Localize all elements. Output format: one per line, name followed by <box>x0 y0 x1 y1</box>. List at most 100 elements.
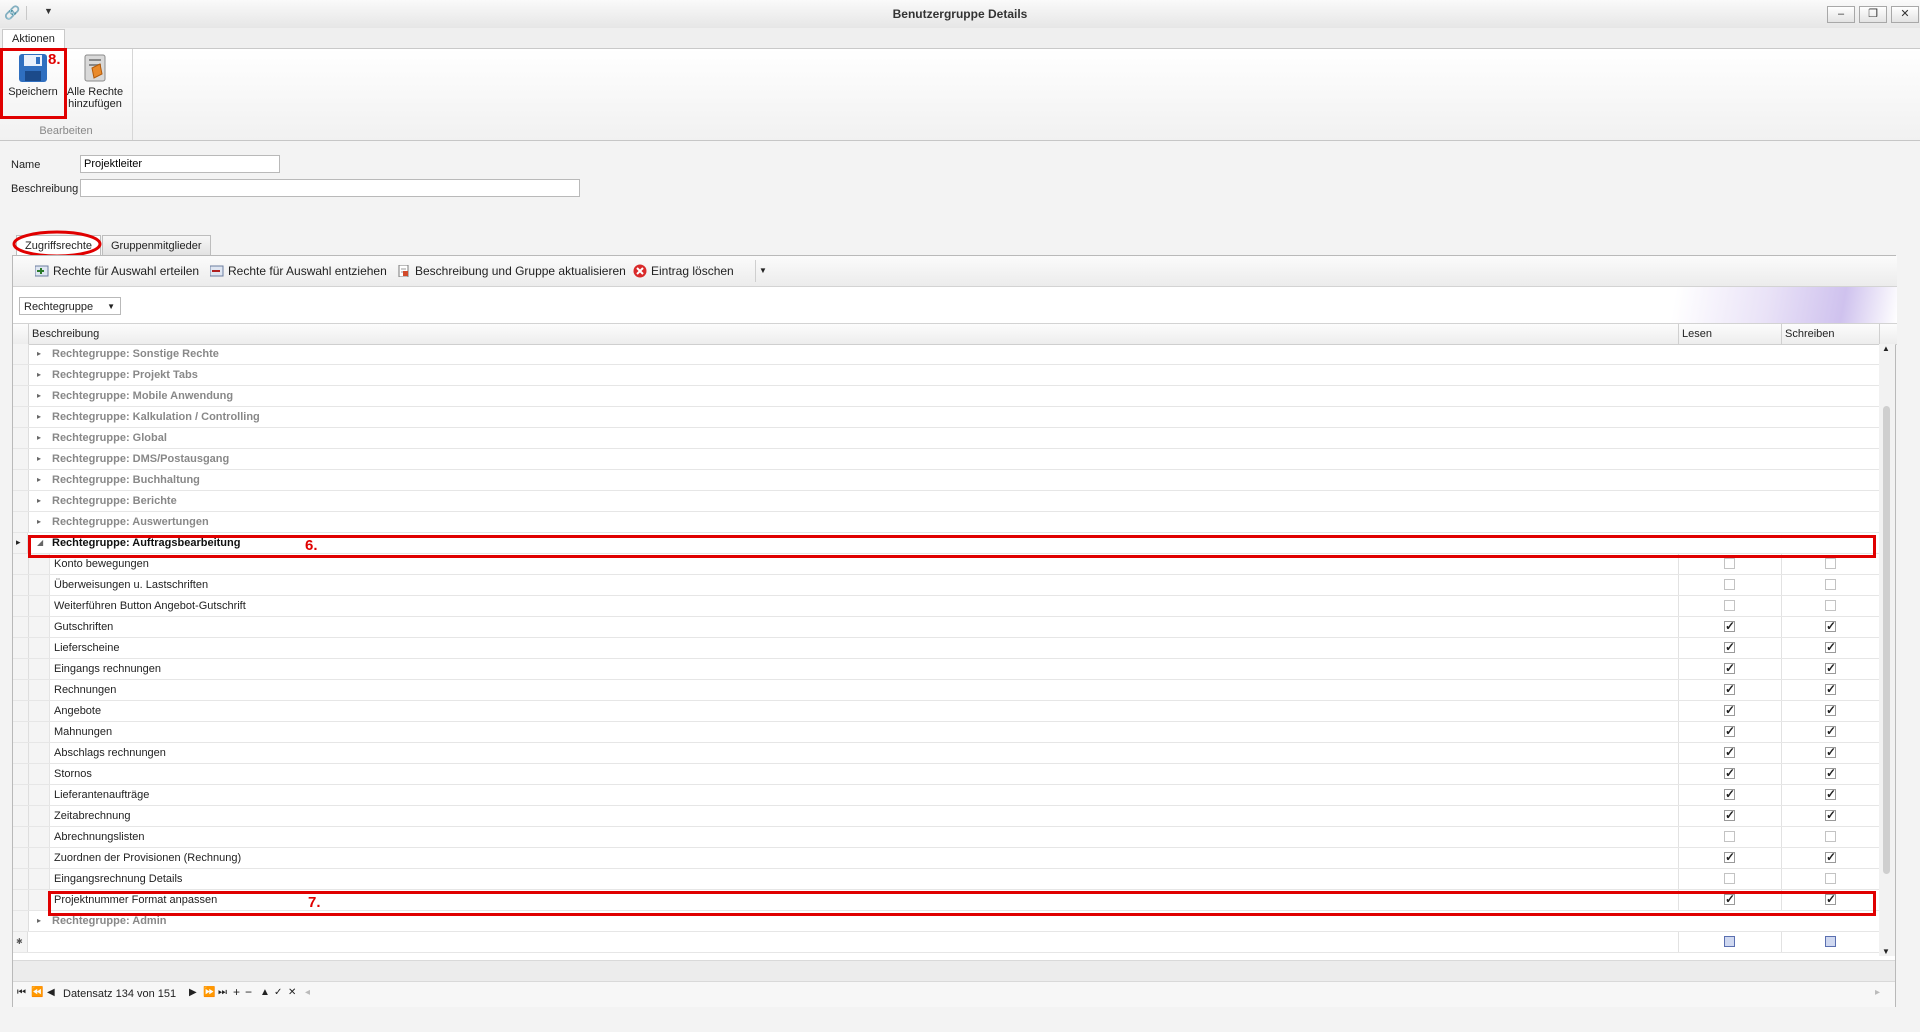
expand-icon[interactable]: ▸ <box>37 475 41 484</box>
write-checkbox[interactable] <box>1825 745 1836 759</box>
read-checkbox[interactable] <box>1724 745 1735 759</box>
nav-save-icon[interactable]: ✓ <box>274 987 282 998</box>
table-row[interactable]: Mahnungen <box>13 722 1879 743</box>
group-row[interactable]: ▸ Rechtegruppe: DMS/Postausgang <box>13 449 1879 470</box>
nav-cancel-icon[interactable]: ✕ <box>288 987 296 998</box>
scrollbar-thumb[interactable] <box>1883 406 1890 874</box>
grant-rights-button[interactable]: Rechte für Auswahl erteilen <box>35 264 199 278</box>
read-checkbox[interactable] <box>1724 661 1735 675</box>
group-row[interactable]: ▸ Rechtegruppe: Auswertungen <box>13 512 1879 533</box>
expand-icon[interactable]: ▸ <box>37 916 41 925</box>
table-row[interactable]: Rechnungen <box>13 680 1879 701</box>
nav-last-icon[interactable]: ⏭ <box>218 987 227 998</box>
nav-edit-icon[interactable]: ▲ <box>260 987 270 998</box>
nav-append-icon[interactable]: + <box>233 985 240 999</box>
description-input[interactable] <box>80 179 580 197</box>
write-checkbox[interactable] <box>1825 661 1836 675</box>
group-row[interactable]: ▸ Rechtegruppe: Kalkulation / Controlling <box>13 407 1879 428</box>
restore-button[interactable]: ❐ <box>1859 6 1887 23</box>
write-checkbox[interactable] <box>1825 579 1836 590</box>
expand-icon[interactable]: ▸ <box>37 391 41 400</box>
read-checkbox[interactable] <box>1724 766 1735 780</box>
read-checkbox[interactable] <box>1724 682 1735 696</box>
table-row[interactable]: Gutschriften <box>13 617 1879 638</box>
scroll-down-icon[interactable]: ▼ <box>1882 947 1890 956</box>
group-row[interactable]: ▸ Rechtegruppe: Projekt Tabs <box>13 365 1879 386</box>
nav-prev-page-icon[interactable]: ⏪ <box>31 987 43 998</box>
read-checkbox[interactable] <box>1724 558 1735 569</box>
column-header-description[interactable]: Beschreibung <box>32 328 99 340</box>
write-checkbox[interactable] <box>1825 873 1836 884</box>
group-by-dropdown[interactable]: Rechtegruppe ▼ <box>19 297 121 315</box>
nav-next-page-icon[interactable]: ⏩ <box>203 987 215 998</box>
nav-prev-icon[interactable]: ◀ <box>47 987 55 998</box>
write-checkbox[interactable] <box>1825 850 1836 864</box>
close-button[interactable]: ✕ <box>1891 6 1919 23</box>
nav-first-icon[interactable]: ⏮ <box>17 987 26 998</box>
add-all-rights-button[interactable]: Alle Rechte hinzufügen <box>64 52 126 110</box>
revoke-rights-button[interactable]: Rechte für Auswahl entziehen <box>210 264 387 278</box>
table-row[interactable]: Lieferscheine <box>13 638 1879 659</box>
column-header-write[interactable]: Schreiben <box>1785 328 1835 340</box>
expand-icon[interactable]: ▸ <box>37 412 41 421</box>
table-row[interactable]: Abrechnungslisten <box>13 827 1879 848</box>
expand-icon[interactable]: ▸ <box>37 433 41 442</box>
group-row[interactable]: ▸ Rechtegruppe: Buchhaltung <box>13 470 1879 491</box>
read-checkbox[interactable] <box>1724 831 1735 842</box>
write-checkbox[interactable] <box>1825 600 1836 611</box>
read-checkbox[interactable] <box>1724 600 1735 611</box>
write-checkbox[interactable] <box>1825 558 1836 569</box>
group-row[interactable]: ▸ Rechtegruppe: Global <box>13 428 1879 449</box>
delete-entry-button[interactable]: Eintrag löschen <box>633 264 734 278</box>
write-checkbox[interactable] <box>1825 766 1836 780</box>
table-row[interactable]: Eingangsrechnung Details <box>13 869 1879 890</box>
read-checkbox[interactable] <box>1724 873 1735 884</box>
table-row[interactable]: Lieferantenaufträge <box>13 785 1879 806</box>
table-row[interactable]: Angebote <box>13 701 1879 722</box>
vertical-scrollbar[interactable]: ▲ ▼ <box>1879 344 1895 956</box>
group-row[interactable]: ▸ Rechtegruppe: Mobile Anwendung <box>13 386 1879 407</box>
table-row[interactable]: Stornos <box>13 764 1879 785</box>
scroll-up-icon[interactable]: ▲ <box>1882 344 1890 353</box>
table-row[interactable]: Eingangs rechnungen <box>13 659 1879 680</box>
expand-icon[interactable]: ▸ <box>37 496 41 505</box>
ribbon-tab-aktionen[interactable]: Aktionen <box>2 29 65 48</box>
read-checkbox[interactable] <box>1724 787 1735 801</box>
update-description-button[interactable]: Beschreibung und Gruppe aktualisieren <box>397 264 626 278</box>
horizontal-scroll-left-icon[interactable]: ◂ <box>305 987 310 998</box>
expand-icon[interactable]: ▸ <box>37 454 41 463</box>
read-checkbox[interactable] <box>1724 619 1735 633</box>
group-row[interactable]: ▸ Rechtegruppe: Berichte <box>13 491 1879 512</box>
write-checkbox[interactable] <box>1825 808 1836 822</box>
write-checkbox[interactable] <box>1825 787 1836 801</box>
expand-icon[interactable]: ▸ <box>37 517 41 526</box>
new-item-row[interactable]: ✱ <box>13 932 1879 953</box>
read-checkbox[interactable] <box>1724 703 1735 717</box>
nav-delete-icon[interactable]: − <box>245 985 252 999</box>
table-row[interactable]: Zuordnen der Provisionen (Rechnung) <box>13 848 1879 869</box>
read-checkbox[interactable] <box>1724 724 1735 738</box>
horizontal-scroll-right-icon[interactable]: ▸ <box>1875 987 1880 998</box>
nav-next-icon[interactable]: ▶ <box>189 987 197 998</box>
new-write-checkbox[interactable] <box>1825 936 1836 947</box>
new-read-checkbox[interactable] <box>1724 936 1735 947</box>
read-checkbox[interactable] <box>1724 640 1735 654</box>
expand-icon[interactable]: ▸ <box>37 370 41 379</box>
write-checkbox[interactable] <box>1825 724 1836 738</box>
write-checkbox[interactable] <box>1825 619 1836 633</box>
expand-icon[interactable]: ▸ <box>37 349 41 358</box>
write-checkbox[interactable] <box>1825 703 1836 717</box>
table-row[interactable]: Abschlags rechnungen <box>13 743 1879 764</box>
table-row[interactable]: Zeitabrechnung <box>13 806 1879 827</box>
write-checkbox[interactable] <box>1825 682 1836 696</box>
name-input[interactable] <box>80 155 280 173</box>
toolbar-overflow-icon[interactable]: ▼ <box>755 260 770 282</box>
write-checkbox[interactable] <box>1825 640 1836 654</box>
group-row[interactable]: ▸ Rechtegruppe: Sonstige Rechte <box>13 344 1879 365</box>
write-checkbox[interactable] <box>1825 831 1836 842</box>
table-row[interactable]: Überweisungen u. Lastschriften <box>13 575 1879 596</box>
minimize-button[interactable]: – <box>1827 6 1855 23</box>
tab-gruppenmitglieder[interactable]: Gruppenmitglieder <box>102 235 211 255</box>
read-checkbox[interactable] <box>1724 808 1735 822</box>
read-checkbox[interactable] <box>1724 579 1735 590</box>
